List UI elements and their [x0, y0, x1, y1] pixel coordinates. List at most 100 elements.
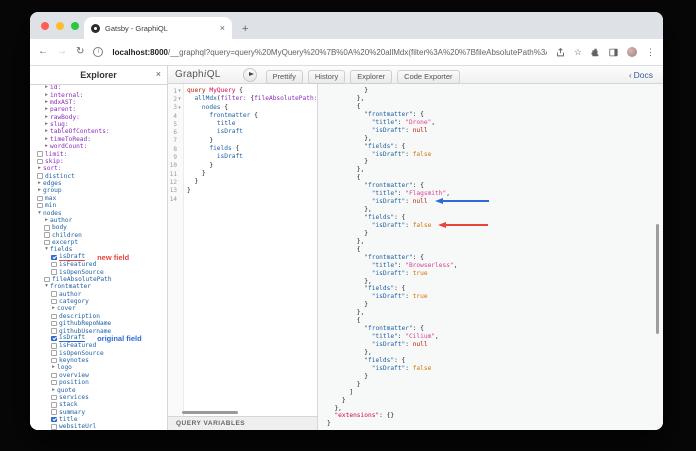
explorer-item-body[interactable]: body: [30, 224, 167, 231]
collapsed-arrow-icon[interactable]: ▸: [43, 99, 50, 106]
execute-query-button[interactable]: [242, 67, 257, 82]
fold-arrow-icon[interactable]: ▾: [177, 96, 182, 102]
explorer-item-nodes[interactable]: ▾ nodes: [30, 209, 167, 217]
fold-arrow-icon[interactable]: ▾: [177, 88, 182, 94]
explorer-item-tableOfContents[interactable]: ▸ tableOfContents:: [30, 128, 167, 135]
explorer-item-isFeatured[interactable]: isFeatured: [30, 261, 167, 268]
checkbox-unchecked[interactable]: [51, 328, 57, 334]
checkbox-unchecked[interactable]: [37, 173, 43, 179]
reload-icon[interactable]: ↻: [76, 47, 84, 57]
checkbox-unchecked[interactable]: [44, 232, 50, 238]
checkbox-checked[interactable]: [51, 416, 57, 423]
explorer-item-cover[interactable]: ▸ cover: [30, 305, 167, 312]
checkbox-unchecked[interactable]: [44, 276, 50, 283]
share-icon[interactable]: [556, 47, 565, 57]
collapsed-arrow-icon[interactable]: ▸: [36, 180, 43, 187]
checkbox-unchecked[interactable]: [51, 269, 57, 275]
editor-horizontal-scrollbar[interactable]: [182, 411, 238, 414]
collapsed-arrow-icon[interactable]: ▸: [36, 165, 43, 172]
browser-menu-icon[interactable]: ⋮: [646, 47, 655, 57]
explorer-item-isDraft[interactable]: isDraft original field: [30, 334, 167, 343]
checkbox-unchecked[interactable]: [37, 158, 43, 165]
zoom-window-button[interactable]: [71, 22, 79, 30]
explorer-item-internal[interactable]: ▸ internal:: [30, 91, 167, 99]
checkbox-unchecked[interactable]: [44, 239, 50, 246]
profile-avatar[interactable]: [627, 47, 637, 57]
address-bar[interactable]: localhost:8000/__graphql?query=query%20M…: [112, 48, 547, 57]
collapsed-arrow-icon[interactable]: ▸: [43, 114, 50, 121]
explorer-item-overview[interactable]: overview: [30, 372, 167, 379]
collapsed-arrow-icon[interactable]: ▸: [43, 217, 50, 224]
explorer-item-isOpenSource[interactable]: isOpenSource: [30, 350, 167, 357]
explorer-item-author[interactable]: ▸ author: [30, 217, 167, 224]
extensions-puzzle-icon[interactable]: [591, 48, 600, 57]
explorer-item-parent[interactable]: ▸ parent:: [30, 106, 167, 113]
checkbox-unchecked[interactable]: [51, 261, 57, 268]
minimize-window-button[interactable]: [56, 22, 64, 30]
collapsed-arrow-icon[interactable]: ▸: [36, 187, 43, 194]
explorer-item-position[interactable]: position: [30, 379, 167, 386]
expanded-arrow-icon[interactable]: ▾: [43, 283, 50, 290]
collapsed-arrow-icon[interactable]: ▸: [43, 128, 50, 135]
explorer-item-slug[interactable]: ▸ slug:: [30, 121, 167, 128]
back-icon[interactable]: ←: [38, 47, 48, 57]
explorer-item-isDraft[interactable]: isDraft new field: [30, 253, 167, 262]
explorer-item-rawBody[interactable]: ▸ rawBody:: [30, 114, 167, 121]
collapsed-arrow-icon[interactable]: ▸: [50, 364, 57, 371]
checkbox-unchecked[interactable]: [51, 372, 57, 379]
explorer-item-min[interactable]: min: [30, 202, 167, 209]
checkbox-unchecked[interactable]: [51, 357, 57, 364]
toolbar-button-explorer[interactable]: Explorer: [350, 69, 393, 84]
checkbox-unchecked[interactable]: [51, 343, 57, 349]
explorer-item-sort[interactable]: ▸ sort:: [30, 165, 167, 172]
expanded-arrow-icon[interactable]: ▾: [36, 210, 43, 217]
close-window-button[interactable]: [41, 22, 49, 30]
explorer-item-distinct[interactable]: distinct: [30, 173, 167, 180]
checkbox-unchecked[interactable]: [44, 225, 50, 231]
checkbox-unchecked[interactable]: [37, 202, 43, 209]
explorer-item-isOpenSource[interactable]: isOpenSource: [30, 268, 167, 276]
explorer-item-fileAbsolutePath[interactable]: fileAbsolutePath: [30, 276, 167, 283]
checkbox-unchecked[interactable]: [51, 313, 57, 320]
explorer-item-quote[interactable]: ▸ quote: [30, 386, 167, 394]
toolbar-button-history[interactable]: History: [307, 69, 346, 84]
query-code[interactable]: query MyQuery { allMdx(filter: {fileAbso…: [184, 84, 317, 416]
collapsed-arrow-icon[interactable]: ▸: [50, 387, 57, 394]
query-editor[interactable]: 1 ▾ 2 ▾ 3 ▾ 4 5 6 7 8 9 10 11 12 13 14 query MyQuery { a…: [168, 84, 318, 430]
checkbox-unchecked[interactable]: [51, 402, 57, 408]
collapsed-arrow-icon[interactable]: ▸: [43, 92, 50, 99]
tab-close-icon[interactable]: ×: [220, 23, 225, 33]
explorer-item-excerpt[interactable]: excerpt: [30, 239, 167, 246]
checkbox-unchecked[interactable]: [51, 394, 57, 401]
collapsed-arrow-icon[interactable]: ▸: [43, 106, 50, 113]
checkbox-unchecked[interactable]: [51, 424, 57, 430]
collapsed-arrow-icon[interactable]: ▸: [43, 121, 50, 128]
explorer-item-author[interactable]: author: [30, 291, 167, 298]
explorer-item-keynotes[interactable]: keynotes: [30, 357, 167, 364]
explorer-item-timeToRead[interactable]: ▸ timeToRead:: [30, 136, 167, 143]
docs-button[interactable]: ‹ Docs: [629, 70, 653, 80]
explorer-item-githubRepoName[interactable]: githubRepoName: [30, 320, 167, 327]
explorer-item-mdxAST[interactable]: ▸ mdxAST:: [30, 99, 167, 106]
explorer-item-wordCount[interactable]: ▸ wordCount:: [30, 143, 167, 150]
checkbox-unchecked[interactable]: [51, 379, 57, 386]
explorer-item-group[interactable]: ▸ group: [30, 187, 167, 194]
bookmark-star-icon[interactable]: ☆: [574, 47, 582, 57]
explorer-item-edges[interactable]: ▸ edges: [30, 180, 167, 187]
page-info-icon[interactable]: i: [93, 47, 104, 57]
explorer-item-children[interactable]: children: [30, 232, 167, 239]
explorer-item-title[interactable]: title: [30, 416, 167, 423]
toolbar-button-code-exporter[interactable]: Code Exporter: [397, 69, 460, 84]
explorer-item-skip[interactable]: skip:: [30, 158, 167, 165]
collapsed-arrow-icon[interactable]: ▸: [43, 84, 50, 91]
explorer-item-category[interactable]: category: [30, 298, 167, 305]
collapsed-arrow-icon[interactable]: ▸: [43, 136, 50, 143]
explorer-item-frontmatter[interactable]: ▾ frontmatter: [30, 283, 167, 290]
explorer-item-stack[interactable]: stack: [30, 401, 167, 408]
expanded-arrow-icon[interactable]: ▾: [43, 246, 50, 253]
checkbox-unchecked[interactable]: [51, 298, 57, 305]
checkbox-unchecked[interactable]: [51, 291, 57, 297]
explorer-item-services[interactable]: services: [30, 394, 167, 401]
checkbox-checked[interactable]: [51, 254, 57, 261]
explorer-item-limit[interactable]: limit:: [30, 150, 167, 158]
